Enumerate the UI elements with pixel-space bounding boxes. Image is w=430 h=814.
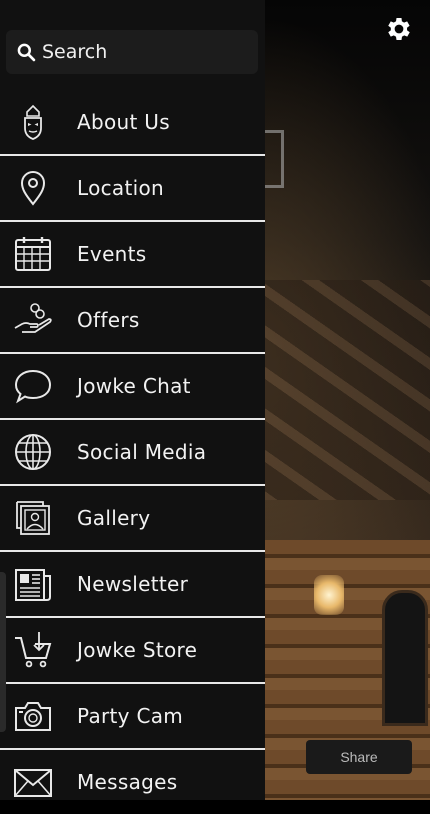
menu-item-jowke-chat[interactable]: Jowke Chat xyxy=(0,354,265,420)
camera-icon xyxy=(13,696,53,736)
menu-item-newsletter[interactable]: Newsletter xyxy=(0,552,265,618)
menu-item-gallery[interactable]: Gallery xyxy=(0,486,265,552)
menu-item-events[interactable]: Events xyxy=(0,222,265,288)
menu-item-label: About Us xyxy=(77,110,170,134)
shopping-cart-icon xyxy=(13,630,53,670)
menu-item-label: Jowke Store xyxy=(77,638,198,662)
chat-bubble-icon xyxy=(13,366,53,406)
menu-item-label: Jowke Chat xyxy=(77,374,191,398)
navigation-drawer: Search About Us Location Events Offers J… xyxy=(0,0,265,800)
background-window-arch xyxy=(382,590,428,726)
drawer-menu: About Us Location Events Offers Jowke Ch… xyxy=(0,90,265,814)
menu-item-party-cam[interactable]: Party Cam xyxy=(0,684,265,750)
search-label: Search xyxy=(42,41,108,63)
menu-item-jowke-store[interactable]: Jowke Store xyxy=(0,618,265,684)
background-roof-beams xyxy=(260,280,430,500)
globe-icon xyxy=(13,432,53,472)
envelope-icon xyxy=(13,762,53,802)
share-button[interactable]: Share xyxy=(306,740,412,774)
menu-item-label: Location xyxy=(77,176,164,200)
drawer-edge-handle[interactable] xyxy=(0,572,6,732)
menu-item-about-us[interactable]: About Us xyxy=(0,90,265,156)
menu-item-label: Events xyxy=(77,242,147,266)
menu-item-label: Offers xyxy=(77,308,140,332)
menu-item-label: Party Cam xyxy=(77,704,184,728)
search-bar[interactable]: Search xyxy=(6,30,258,74)
menu-item-label: Messages xyxy=(77,770,178,794)
hand-coins-icon xyxy=(13,300,53,340)
newspaper-icon xyxy=(13,564,53,604)
calendar-icon xyxy=(13,234,53,274)
map-pin-icon xyxy=(13,168,53,208)
menu-item-label: Gallery xyxy=(77,506,151,530)
settings-gear-icon[interactable] xyxy=(384,14,414,44)
menu-item-location[interactable]: Location xyxy=(0,156,265,222)
background-lamp xyxy=(314,575,344,615)
mask-logo-icon xyxy=(13,102,53,142)
photo-album-icon xyxy=(13,498,53,538)
search-icon xyxy=(17,43,36,62)
menu-item-label: Newsletter xyxy=(77,572,189,596)
menu-item-social-media[interactable]: Social Media xyxy=(0,420,265,486)
menu-item-offers[interactable]: Offers xyxy=(0,288,265,354)
menu-item-label: Social Media xyxy=(77,440,207,464)
menu-item-messages[interactable]: Messages xyxy=(0,750,265,814)
